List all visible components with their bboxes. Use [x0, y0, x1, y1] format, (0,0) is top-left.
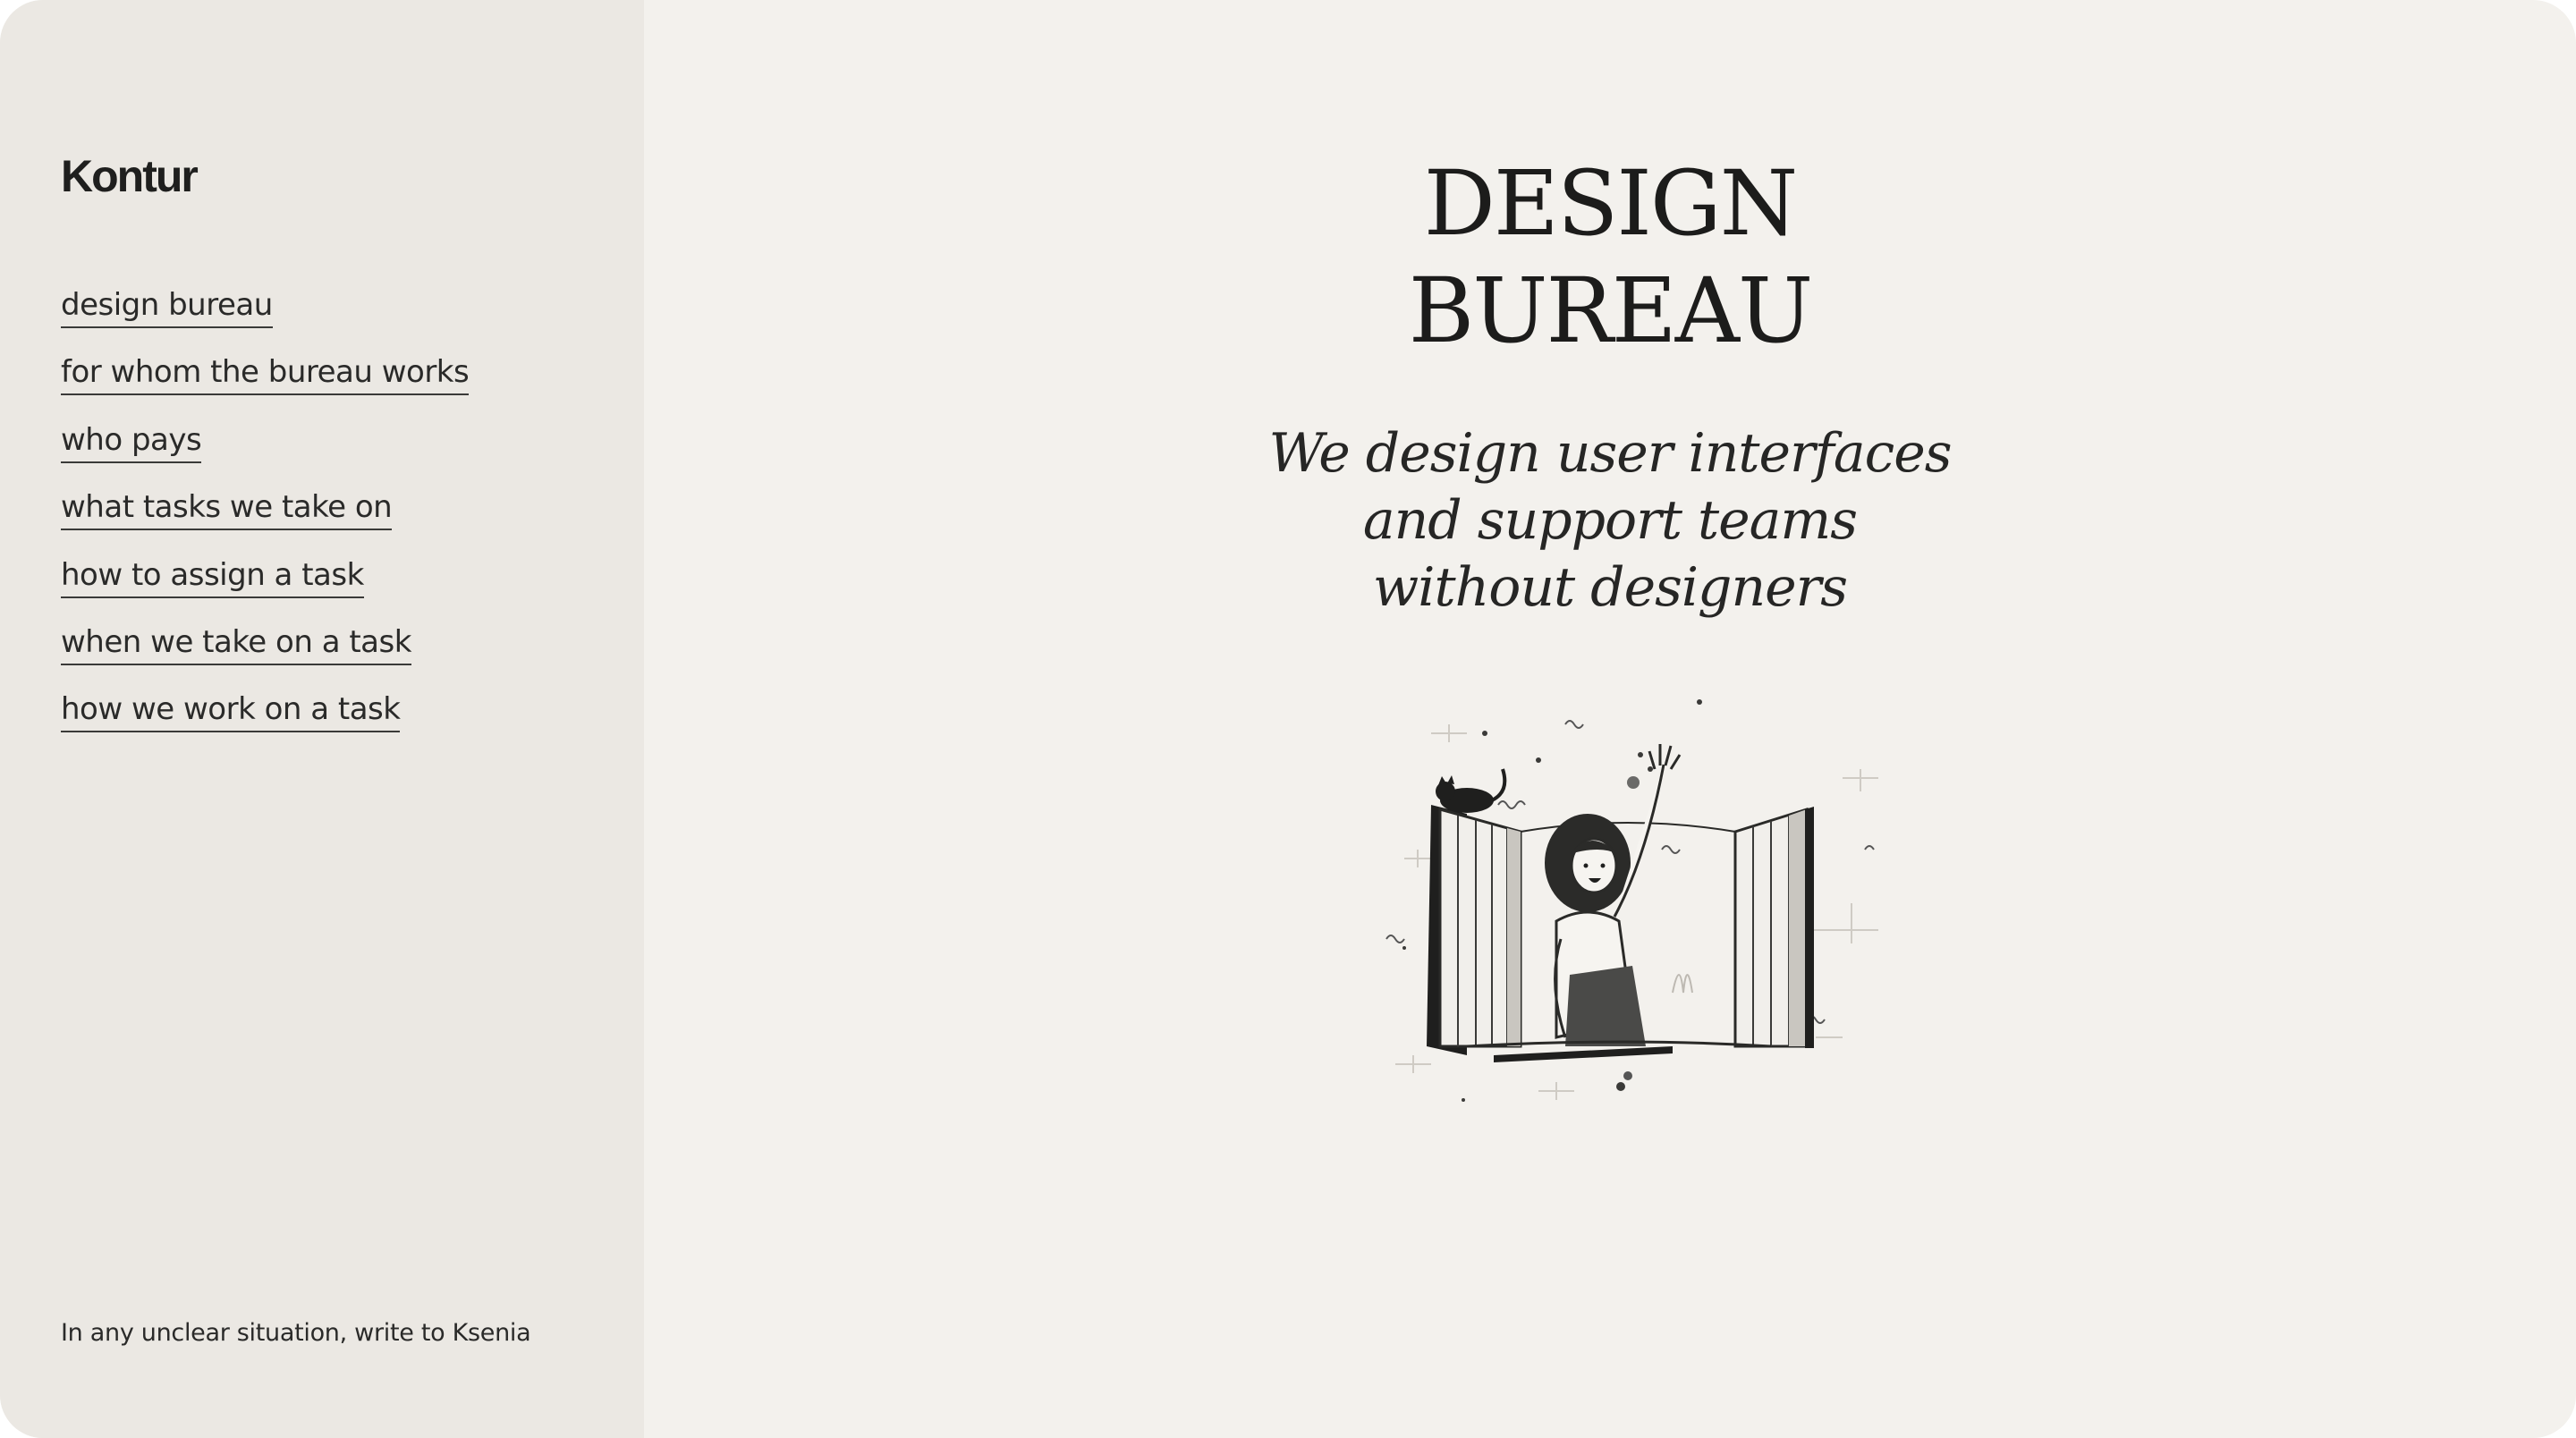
nav-item: how to assign a task: [61, 554, 469, 622]
title-line: BUREAU: [1408, 258, 1814, 363]
contact-note: In any unclear situation, write to Kseni…: [61, 1319, 531, 1347]
subtitle-line: without designers: [1372, 556, 1848, 619]
woman-at-window-icon: [1385, 699, 1878, 1102]
nav-link-what-tasks[interactable]: what tasks we take on: [61, 486, 393, 531]
subtitle-line: and support teams: [1362, 489, 1858, 552]
nav-link-how-we-work[interactable]: how we work on a task: [61, 689, 401, 733]
nav-link-for-whom[interactable]: for whom the bureau works: [61, 351, 470, 396]
title-line: DESIGN: [1423, 151, 1799, 256]
nav-link-who-pays[interactable]: who pays: [61, 419, 202, 463]
nav-link-how-to-assign[interactable]: how to assign a task: [61, 554, 364, 598]
nav-item: for whom the bureau works: [61, 351, 470, 419]
nav-link-design-bureau[interactable]: design bureau: [61, 284, 273, 328]
subtitle-line: We design user interfaces: [1268, 422, 1952, 485]
nav-item: what tasks we take on: [61, 486, 469, 554]
sidebar: Kontur design bureau for whom the bureau…: [0, 0, 644, 1438]
nav-item: who pays: [61, 419, 469, 486]
main-content: DESIGN BUREAU We design user interfaces …: [644, 0, 2576, 1438]
page-title: DESIGN BUREAU: [644, 150, 2576, 365]
nav-item: design bureau: [61, 284, 469, 351]
nav-item: how we work on a task: [61, 689, 469, 756]
app-window: Kontur design bureau for whom the bureau…: [0, 0, 2576, 1438]
nav-item: when we take on a task: [61, 622, 469, 689]
page-subtitle: We design user interfaces and support te…: [644, 420, 2576, 622]
sidebar-nav: design bureau for whom the bureau works …: [61, 284, 470, 757]
logo[interactable]: Kontur: [61, 154, 199, 199]
nav-link-when-we-take[interactable]: when we take on a task: [61, 622, 411, 665]
